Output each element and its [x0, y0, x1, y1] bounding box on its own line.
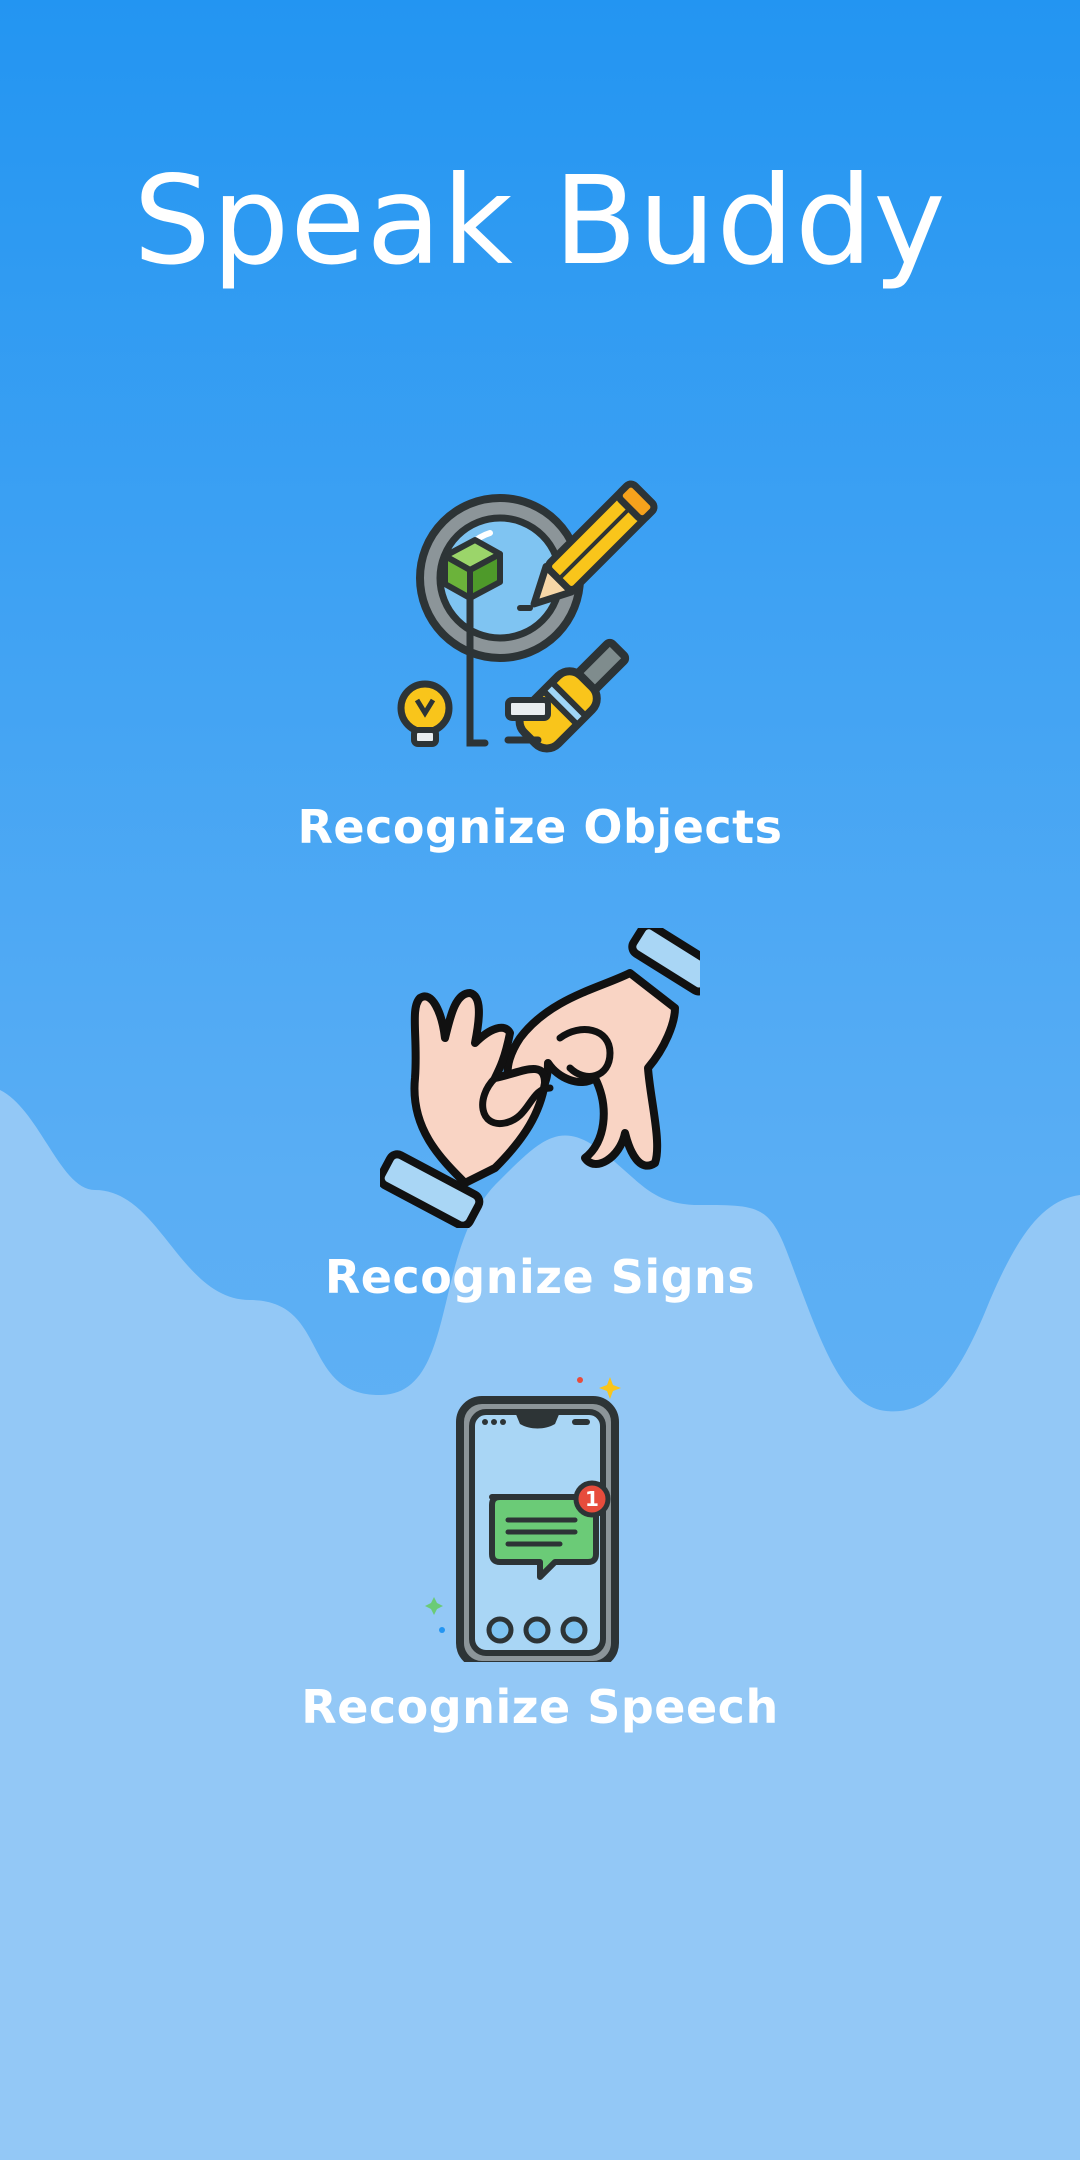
notification-badge-count: 1 [585, 1487, 599, 1511]
recognize-signs-label: Recognize Signs [324, 1250, 756, 1304]
sign-language-hands-icon [380, 928, 700, 1228]
app-screen: Speak Buddy Recognize Objects Recognize … [0, 0, 1080, 2160]
magnifier-pencil-icon [397, 480, 658, 753]
recognize-objects-button[interactable]: Recognize Objects [0, 478, 1080, 850]
app-title: Speak Buddy [133, 150, 947, 292]
phone-message-icon: 1 [425, 1377, 621, 1662]
recognize-speech-label: Recognize Speech [301, 1680, 779, 1734]
recognize-signs-button[interactable]: Recognize Signs [0, 928, 1080, 1300]
recognize-speech-button[interactable]: 1 Recognize Speech [0, 1372, 1080, 1730]
recognize-objects-label: Recognize Objects [297, 800, 783, 854]
